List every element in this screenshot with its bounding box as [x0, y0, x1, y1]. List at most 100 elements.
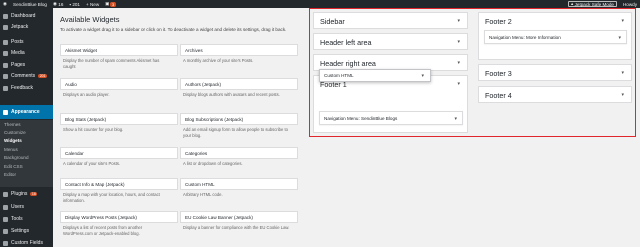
menu-tools[interactable]: Tools: [0, 214, 53, 224]
submenu-menus[interactable]: Menus: [0, 146, 53, 154]
submenu-editor[interactable]: Editor: [0, 171, 53, 179]
sidebar-area-title: Header left area: [320, 38, 372, 47]
widget-title[interactable]: Custom HTML: [180, 178, 298, 190]
widget-item[interactable]: Categories A list or dropdown of categor…: [180, 147, 298, 167]
menu-comments[interactable]: Comments 201: [0, 71, 53, 81]
submenu-customize[interactable]: Customize: [0, 129, 53, 137]
menu-settings[interactable]: Settings: [0, 226, 53, 236]
widget-title[interactable]: Blog Stats (Jetpack): [60, 113, 178, 125]
jetpack-icon: [3, 24, 8, 30]
widget-title[interactable]: Authors (Jetpack): [180, 78, 298, 90]
menu-dashboard[interactable]: Dashboard: [0, 11, 53, 21]
menu-pages[interactable]: Pages: [0, 60, 53, 70]
jetpack-link[interactable]: ◉ 16: [50, 0, 66, 8]
submenu-themes[interactable]: Themes: [0, 121, 53, 129]
menu-plugins[interactable]: Plugins 16: [0, 189, 53, 199]
widget-item[interactable]: Authors (Jetpack) Display blogs authors …: [180, 78, 298, 98]
menu-appearance[interactable]: Appearance: [0, 105, 53, 119]
widget-item[interactable]: Display WordPress Posts (Jetpack) Displa…: [60, 211, 178, 236]
submenu-edit-css[interactable]: Edit CSS: [0, 163, 53, 171]
caret-down-icon[interactable]: ▾: [621, 70, 624, 76]
widget-title[interactable]: Contact Info & Map (Jetpack): [60, 178, 178, 190]
menu-label: Users: [11, 204, 25, 210]
caret-down-icon[interactable]: ▾: [621, 18, 624, 24]
placed-widget[interactable]: Navigation Menu: SendinBlue Blogs ▾: [319, 111, 463, 125]
custom-fields-icon: [3, 240, 8, 246]
safe-mode-link[interactable]: ▴ Jetpack Safe Mode: [565, 0, 620, 8]
widget-title[interactable]: Calendar: [60, 147, 178, 159]
safe-mode-badge: ▴ Jetpack Safe Mode: [568, 1, 617, 7]
comments-link[interactable]: ▪ 201: [66, 0, 83, 8]
menu-custom-fields[interactable]: Custom Fields: [0, 238, 53, 247]
widget-description: Show a hit counter for your blog.: [63, 127, 124, 132]
sidebar-area-header-left[interactable]: Header left area ▾: [313, 33, 468, 50]
menu-users[interactable]: Users: [0, 202, 53, 212]
notifications-link[interactable]: ▣ 3: [102, 0, 119, 8]
widget-title[interactable]: Categories: [180, 147, 298, 159]
widget-item[interactable]: Akismet Widget Display the number of spa…: [60, 44, 178, 69]
plugin-icon: [3, 191, 8, 197]
page-icon: [3, 62, 8, 68]
wordpress-logo-icon[interactable]: ◉: [0, 0, 10, 8]
widget-title[interactable]: Archives: [180, 44, 298, 56]
caret-down-icon[interactable]: ▾: [457, 81, 460, 87]
menu-media[interactable]: Media: [0, 48, 53, 58]
widget-description: A monthly archive of your site's Posts.: [183, 58, 254, 63]
available-widgets-title: Available Widgets: [60, 15, 120, 24]
sidebar-area-sidebar[interactable]: Sidebar ▾: [313, 12, 468, 29]
howdy-link[interactable]: Howdy: [620, 0, 640, 8]
widget-description: Display blogs authors with avatars and r…: [183, 92, 280, 97]
caret-down-icon[interactable]: ▾: [621, 92, 624, 98]
widget-item[interactable]: Blog Subscriptions (Jetpack) Add an emai…: [180, 113, 298, 138]
widget-title[interactable]: Akismet Widget: [60, 44, 178, 56]
menu-label: Appearance: [11, 109, 40, 115]
caret-down-icon[interactable]: ▾: [421, 73, 424, 79]
menu-label: Jetpack: [11, 24, 29, 30]
site-name-link[interactable]: SendinBlue Blog: [10, 0, 50, 8]
admin-menu: Dashboard Jetpack Posts Media Pages Comm…: [0, 8, 53, 247]
submenu-background[interactable]: Background: [0, 154, 53, 162]
widget-item[interactable]: Custom HTML Arbitrary HTML code.: [180, 178, 298, 198]
widget-description: Display the number of spam comments Akis…: [63, 58, 160, 69]
widget-title[interactable]: Audio: [60, 78, 178, 90]
sidebar-area-footer-2[interactable]: Footer 2 ▾ Navigation Menu: More Informa…: [478, 12, 632, 60]
sidebar-area-footer-1[interactable]: Footer 1 ▾ Navigation Menu: SendinBlue B…: [313, 75, 468, 133]
feedback-icon: [3, 85, 8, 91]
widget-title[interactable]: Blog Subscriptions (Jetpack): [180, 113, 298, 125]
menu-jetpack[interactable]: Jetpack: [0, 22, 53, 32]
menu-label: Settings: [11, 228, 30, 234]
sidebar-area-title: Header right area: [320, 59, 376, 68]
sidebar-area-footer-4[interactable]: Footer 4 ▾: [478, 86, 632, 103]
menu-label: Posts: [11, 39, 24, 45]
available-widgets-description: To activate a widget drag it to a sideba…: [60, 27, 287, 32]
comments-count: 201: [72, 1, 80, 7]
menu-label: Comments: [11, 73, 36, 79]
widget-description: Display a banner for compliance with the…: [183, 225, 290, 230]
widget-item[interactable]: Audio Displays an audio player.: [60, 78, 178, 98]
widget-item[interactable]: Archives A monthly archive of your site'…: [180, 44, 298, 64]
dragging-widget[interactable]: Custom HTML ▾: [319, 69, 431, 82]
sidebar-area-title: Footer 2: [485, 17, 512, 26]
widget-item[interactable]: Contact Info & Map (Jetpack) Display a m…: [60, 178, 178, 203]
new-content-link[interactable]: + New: [83, 0, 102, 8]
sidebar-area-title: Footer 4: [485, 91, 512, 100]
placed-widget[interactable]: Navigation Menu: More Information ▾: [484, 30, 627, 44]
menu-feedback[interactable]: Feedback: [0, 83, 53, 93]
widget-item[interactable]: EU Cookie Law Banner (Jetpack) Display a…: [180, 211, 298, 231]
widget-description: Add an email signup form to allow people…: [183, 127, 288, 138]
widget-title[interactable]: Display WordPress Posts (Jetpack): [60, 211, 178, 223]
sidebar-area-footer-3[interactable]: Footer 3 ▾: [478, 64, 632, 81]
widget-title[interactable]: EU Cookie Law Banner (Jetpack): [180, 211, 298, 223]
caret-down-icon[interactable]: ▾: [457, 18, 460, 24]
caret-down-icon[interactable]: ▾: [457, 39, 460, 45]
caret-down-icon[interactable]: ▾: [618, 35, 621, 41]
menu-label: Feedback: [11, 85, 33, 91]
pin-icon: [3, 39, 8, 45]
widget-item[interactable]: Calendar A calendar of your site's Posts…: [60, 147, 178, 167]
menu-posts[interactable]: Posts: [0, 37, 53, 47]
submenu-widgets[interactable]: Widgets: [0, 137, 53, 145]
plugin-icon: ▣: [105, 1, 110, 6]
caret-down-icon[interactable]: ▾: [457, 60, 460, 66]
widget-item[interactable]: Blog Stats (Jetpack) Show a hit counter …: [60, 113, 178, 133]
caret-down-icon[interactable]: ▾: [454, 116, 457, 122]
